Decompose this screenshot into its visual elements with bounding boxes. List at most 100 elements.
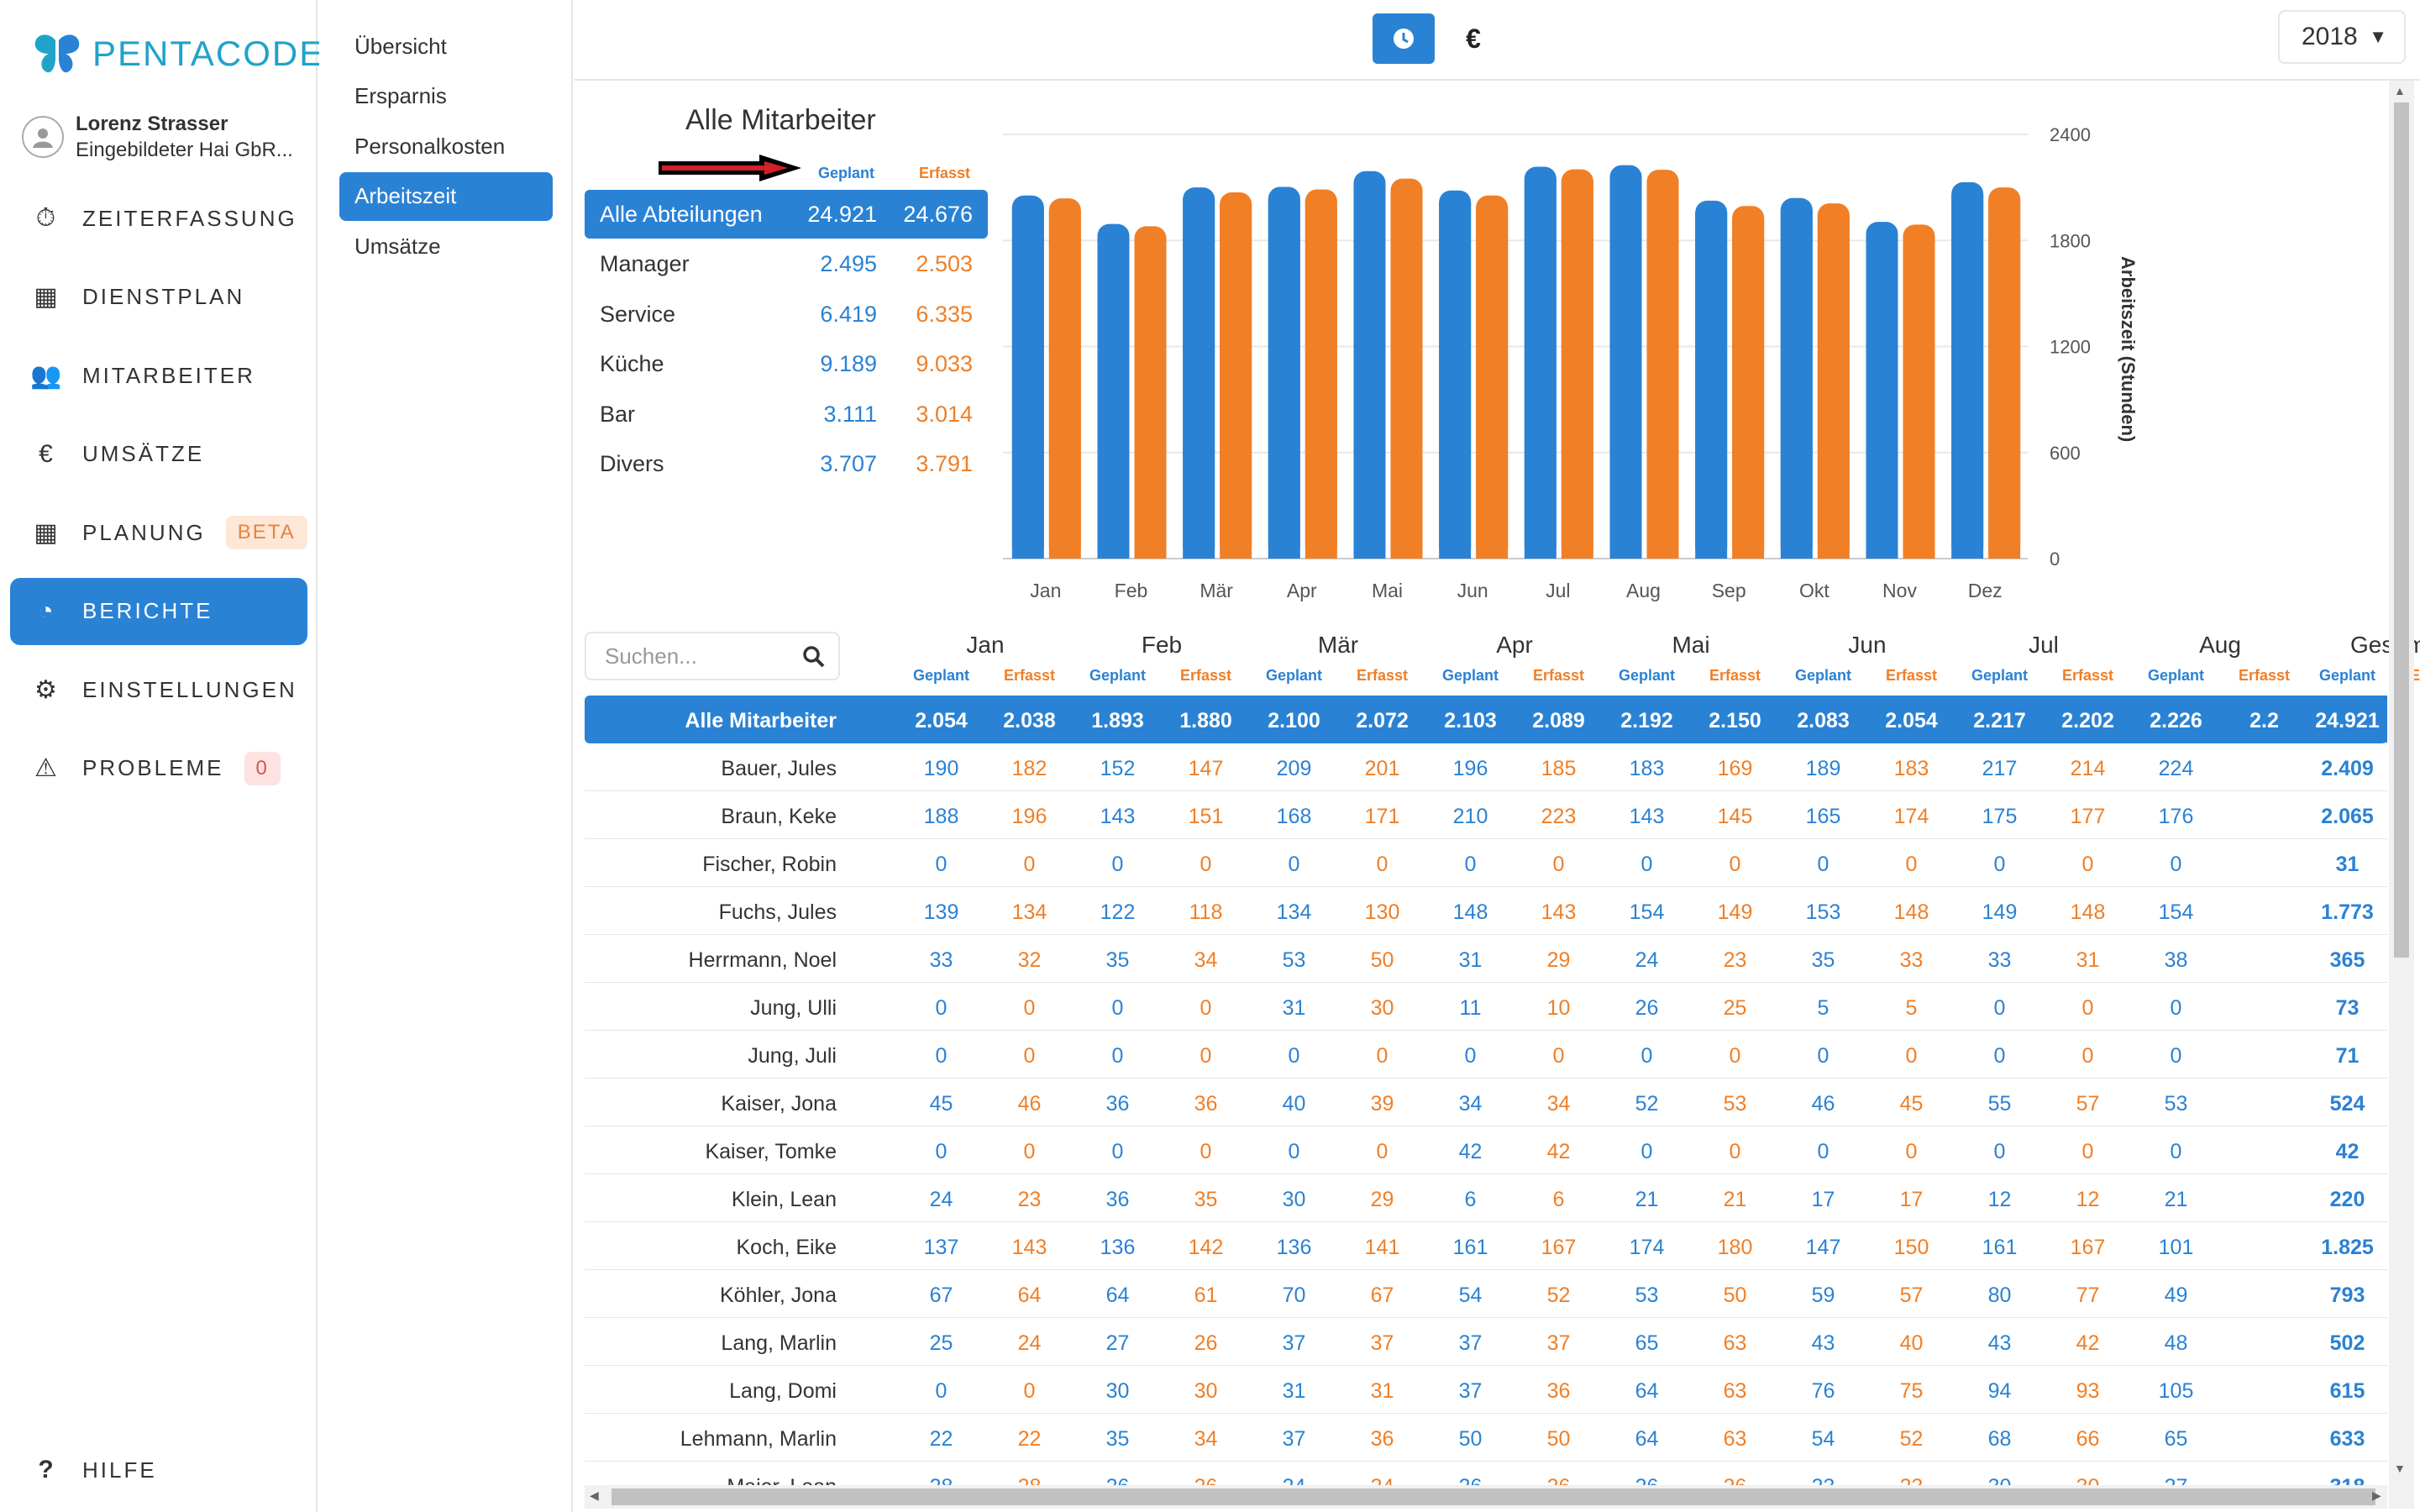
month-header[interactable]: Mär [1250,632,1426,659]
table-row[interactable]: Lang, Domi 0 0 30 30 31 31 37 36 64 63 76 75 94 93 105 6… [585,1366,2387,1414]
bar-body [1732,218,1765,559]
cell-recorded: 30 [1194,1379,1218,1403]
bar-body [1097,235,1130,559]
nav-item-mitarbeiter[interactable]: 👥 MITARBEITER [10,342,307,409]
department-row[interactable]: Alle Abteilungen 24.921 24.676 [585,190,988,239]
bar-body [1390,190,1423,559]
cell-recorded: 0 [1023,853,1036,876]
nav-item-probleme[interactable]: ⚠ PROBLEME 0 [10,735,307,802]
scroll-right-icon[interactable]: ▶ [2372,1488,2381,1503]
table-row[interactable]: Koch, Eike 137 143 136 142 136 141 161 167 174 180… [585,1222,2387,1270]
cell-planned: 35 [1105,948,1130,972]
cell-planned: 21 [2164,1188,2188,1211]
cell-recorded: 149 [1717,900,1753,924]
y-tick-label: 2400 [2050,124,2091,145]
cell-recorded: 53 [1723,1092,1747,1116]
month-header[interactable]: Jun [1779,632,1955,659]
table-row[interactable]: Fischer, Robin0000000000000003131 [585,839,2387,887]
department-row[interactable]: Manager 2.495 2.503 [585,240,988,289]
table-row[interactable]: Kaiser, Tomke000000424200000004242 [585,1126,2387,1174]
nav-item-berichte[interactable]: ◔ BERICHTE [10,577,307,645]
department-name: Alle Abteilungen [600,201,763,227]
nav-item-umsätze[interactable]: € UMSÄTZE [10,421,307,488]
month-header[interactable]: Jan [897,632,1074,659]
nav-item-planung[interactable]: ▦ PLANUNG BETA [10,499,307,566]
cell-recorded: 0 [1376,1044,1388,1068]
cell-total-planned: 318 [2303,1475,2387,1485]
table-row[interactable]: Fuchs, Jules 139 134 122 118 134 130 148 143 154 1… [585,887,2387,935]
month-header[interactable]: Aug [2132,632,2308,659]
subnav-item[interactable]: Personalkosten [339,122,553,171]
cell-total-planned: 615 [2329,1379,2365,1403]
table-row[interactable]: Braun, Keke 188 196 143 151 168 171 210 223 143 14… [585,791,2387,839]
sub-header-planned: Geplant [1441,667,1499,684]
department-row[interactable]: Service 6.419 6.335 [585,290,988,339]
subnav-item[interactable]: Ersparnis [339,72,553,121]
table-row[interactable]: Klein, Lean 24 23 36 35 30 29 6 6 21 21 17 17 12 12 21 2… [585,1174,2387,1222]
month-header[interactable]: Feb [1074,632,1250,659]
cell-total-planned: 1.773 [2321,900,2374,924]
table-row[interactable]: Alle Mitarbeiter 2.054 2.038 1.893 1.880 2.10… [585,696,2387,743]
table-row[interactable]: Jung, Juli0000000000000007171 [585,1031,2387,1079]
vertical-scrollbar-thumb[interactable] [2394,102,2409,958]
cell-planned: 43 [1987,1331,2012,1355]
cell-planned: 22 [929,1427,953,1451]
logo[interactable]: PENTACODE [34,32,324,76]
department-row[interactable]: Bar 3.111 3.014 [585,390,988,438]
cell-total-planned: 73 [2335,996,2360,1020]
month-header[interactable]: Apr [1426,632,1603,659]
employee-table: Alle Mitarbeiter 2.054 2.038 1.893 1.880 2.10… [585,696,2387,1485]
table-row[interactable]: Maier, Lean28282626242426262626232330302… [585,1462,2387,1485]
nav-item-dienstplan[interactable]: ▦ DIENSTPLAN [10,264,307,331]
sub-header-recorded: Erfasst [1356,667,1409,684]
user-company: Eingebildeter Hai GbR... [76,139,293,161]
scroll-down-icon[interactable]: ▼ [2394,1462,2406,1475]
table-row[interactable]: Jung, Ulli0000313011102625550007370 [585,983,2387,1031]
horizontal-scrollbar-thumb[interactable] [612,1488,2375,1505]
cell-recorded: 0 [1905,853,1918,876]
cell-recorded: 23 [1723,948,1747,972]
cell-planned: 37 [1282,1331,1306,1355]
cell-recorded: 145 [1717,805,1753,828]
search-icon[interactable] [801,644,827,669]
year-select[interactable]: 2018 ▼ [2278,10,2406,64]
cell-total-planned: 2.065 [2321,805,2374,828]
time-mode-button[interactable] [1373,13,1435,64]
month-header[interactable]: Mai [1603,632,1779,659]
user-profile[interactable]: Lorenz Strasser Eingebildeter Hai GbR... [22,111,293,163]
cell-recorded: 180 [1717,1236,1753,1259]
scroll-left-icon[interactable]: ◀ [590,1488,599,1503]
nav-item-zeiterfassung[interactable]: ⏱ ZEITERFASSUNG [10,185,307,252]
nav-item-einstellungen[interactable]: ⚙ EINSTELLUNGEN [10,656,307,723]
table-row[interactable]: Lang, Marlin 25 24 27 26 37 37 37 37 65 63 43 40 43 42… [585,1318,2387,1366]
subnav-item[interactable]: Übersicht [339,22,553,71]
cell-recorded: 0 [1200,996,1212,1020]
cell-total-planned: 793 [2329,1284,2365,1307]
department-row[interactable]: Divers 3.707 3.791 [585,440,988,489]
search-input[interactable]: Suchen... [585,632,840,680]
subnav-item[interactable]: Arbeitszeit [339,171,553,221]
table-row[interactable]: Bauer, Jules 190 182 152 147 209 201 196 185 183 1… [585,743,2387,791]
month-header[interactable]: Jul [1955,632,2132,659]
sub-header-planned: Geplant [1794,667,1851,684]
cell-recorded: 143 [1541,900,1577,924]
euro-mode-button[interactable]: € [1448,13,1499,64]
cell-recorded: 150 [1893,1236,1929,1259]
cell-recorded: 36 [1194,1092,1218,1116]
cell-recorded: 2.2 [2249,709,2279,732]
bar-body [1048,210,1081,559]
subnav-item[interactable]: Umsätze [339,222,553,270]
table-row[interactable]: Herrmann, Noel 33 32 35 34 53 50 31 29 24 23 35 33 33… [585,935,2387,983]
x-tick-label: Jul [1546,580,1570,601]
table-row[interactable]: Kaiser, Jona 45 46 36 36 40 39 34 34 52 53 46 45 55 57… [585,1079,2387,1126]
cell-recorded: 36 [1546,1379,1571,1403]
table-row[interactable]: Lehmann, Marlin 22 22 35 34 37 36 50 50 64 63 54 52 6… [585,1414,2387,1462]
scroll-up-icon[interactable]: ▲ [2394,84,2406,97]
sub-header-planned: Geplant [2147,667,2204,684]
table-row[interactable]: Köhler, Jona 67 64 64 61 70 67 54 52 53 50 59 57 80 77… [585,1270,2387,1318]
department-row[interactable]: Küche 9.189 9.033 [585,340,988,389]
cell-recorded: 26 [1194,1331,1218,1355]
cell-planned: 42 [1458,1140,1483,1163]
cell-planned: 31 [1282,996,1306,1020]
nav-item-help[interactable]: ? HILFE [10,1436,307,1504]
